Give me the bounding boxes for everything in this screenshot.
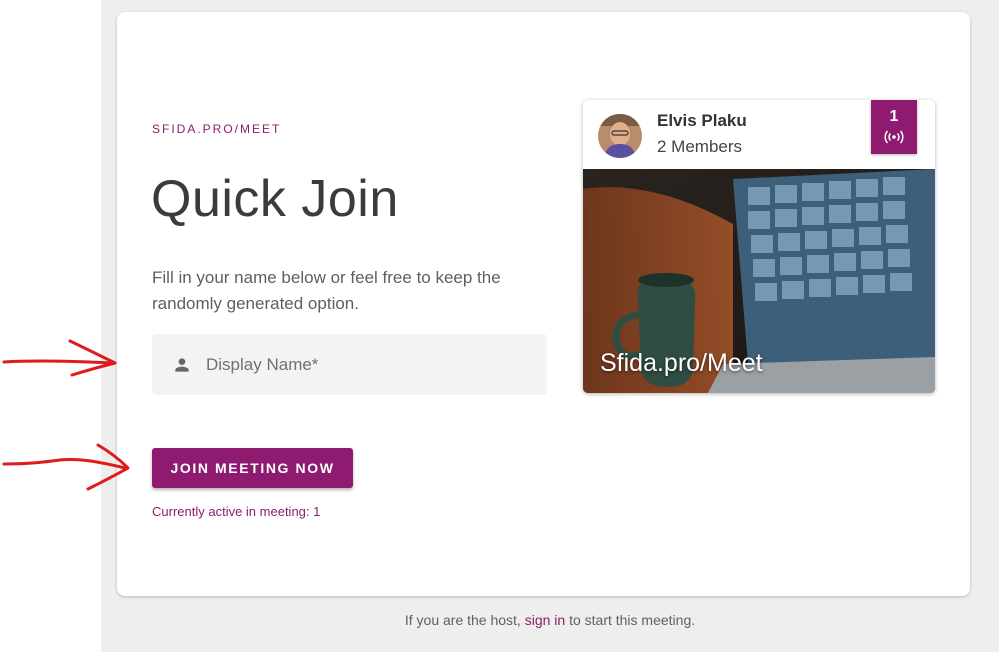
display-name-field[interactable] <box>152 334 547 395</box>
active-participants-badge: 1 <box>871 100 917 154</box>
footer-suffix: to start this meeting. <box>569 612 696 628</box>
sign-in-link[interactable]: sign in <box>525 612 565 628</box>
avatar-image <box>598 114 642 158</box>
footer-prefix: If you are the host, <box>404 612 521 628</box>
active-status-text: Currently active in meeting: 1 <box>152 504 321 519</box>
page-title: Quick Join <box>151 170 399 228</box>
person-icon <box>175 357 189 372</box>
host-name: Elvis Plaku <box>657 111 747 130</box>
annotation-arrow-join-button <box>2 443 130 491</box>
meeting-photo-caption: Sfida.pro/Meet <box>600 349 763 377</box>
annotation-arrow-name-field <box>2 339 117 377</box>
members-count: 2 Members <box>657 137 743 156</box>
instructions-text: Fill in your name below or feel free to … <box>152 268 501 313</box>
display-name-input[interactable] <box>204 353 538 376</box>
quick-join-card: SFIDA.PRO/MEET Quick Join Fill in your n… <box>117 12 970 596</box>
footer-note: If you are the host, sign in to start th… <box>101 612 999 628</box>
meeting-info-card: Elvis Plaku 2 Members 1 Sfida.pro/Meet <box>583 100 935 393</box>
host-avatar <box>598 114 642 158</box>
join-meeting-button[interactable]: JOIN MEETING NOW <box>152 448 353 488</box>
broadcast-icon <box>884 130 904 144</box>
eyebrow-label: SFIDA.PRO/MEET <box>152 122 282 136</box>
badge-count: 1 <box>889 108 899 125</box>
